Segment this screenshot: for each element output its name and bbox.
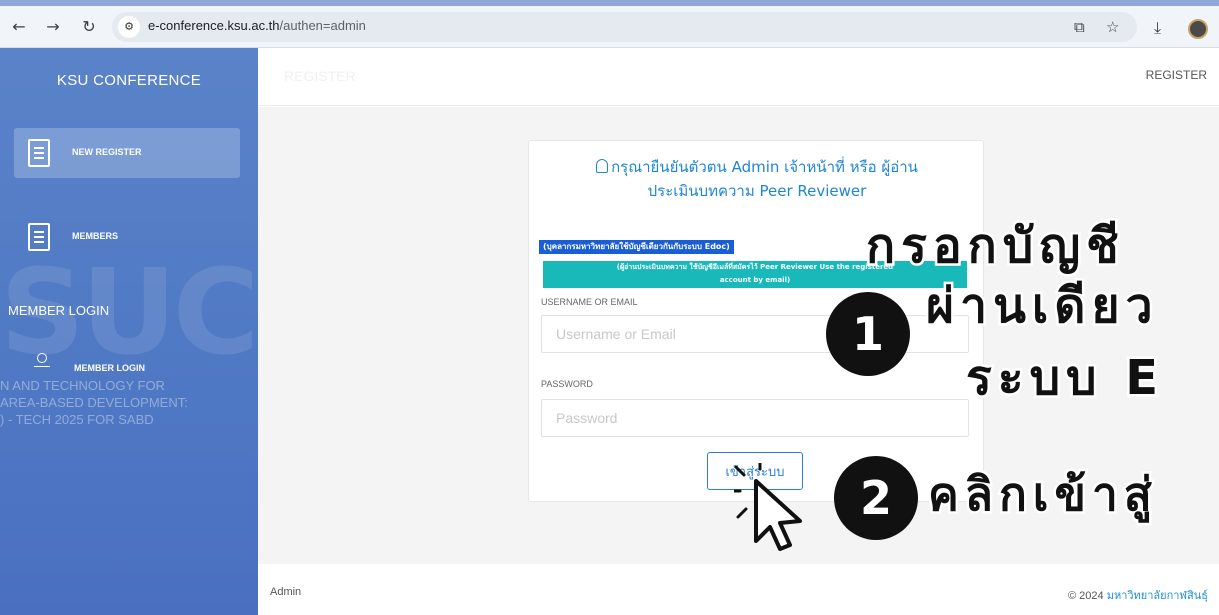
sidebar-item-label: MEMBERS (72, 231, 119, 241)
sidebar-faint-text: AREA-BASED DEVELOPMENT: (0, 395, 188, 410)
download-icon[interactable]: ⤓ (1154, 18, 1161, 38)
step1-number-badge: 1 (826, 292, 910, 376)
profile-avatar[interactable] (1188, 19, 1208, 39)
step1-text-line2: ผ่านเดียว (924, 276, 1159, 337)
step1-text-line3: ระบบ E (964, 348, 1164, 409)
login-card: กรุณายืนยันตัวตน Admin เจ้าหน้าที่ หรือ … (528, 140, 984, 502)
password-input[interactable] (541, 399, 969, 437)
sidebar-item-new-register[interactable]: NEW REGISTER (14, 128, 240, 178)
university-link[interactable]: มหาวิทยาลัยกาฬสินธุ์ (1107, 590, 1208, 602)
sidebar-item-members[interactable]: MEMBERS (14, 212, 240, 262)
header-register-link[interactable]: REGISTER (1146, 68, 1207, 82)
sidebar-brand[interactable]: KSU CONFERENCE (0, 72, 258, 89)
footer: Admin © 2024 มหาวิทยาลัยกาฬสินธุ์ (258, 564, 1219, 615)
clipboard-icon (28, 139, 50, 167)
person-icon (34, 353, 50, 375)
forward-icon[interactable]: → (40, 14, 66, 40)
copyright-text: © 2024 (1068, 590, 1107, 602)
header-faint-title: REGISTER (284, 68, 356, 84)
address-bar[interactable]: ⚙ e-conference.ksu.ac.th/authen=admin ⧉ … (112, 12, 1137, 42)
card-title: กรุณายืนยันตัวตน Admin เจ้าหน้าที่ หรือ … (529, 155, 985, 203)
url-path: /authen=admin (279, 18, 366, 33)
cursor-pointer-icon (734, 463, 802, 551)
bookmark-star-icon[interactable]: ☆ (1106, 18, 1119, 36)
reviewer-notice-line1: (ผู้อ่านประเมินบทความ ใช้บัญชีอีเมล์ที่ส… (616, 263, 894, 271)
translate-icon[interactable]: ⧉ (1074, 18, 1085, 36)
main-header: REGISTER REGISTER (258, 48, 1219, 106)
sidebar-faint-text: N AND TECHNOLOGY FOR (0, 378, 165, 393)
url-text: e-conference.ksu.ac.th/authen=admin (148, 18, 366, 33)
url-domain: e-conference.ksu.ac.th (148, 18, 280, 33)
step2-number-badge: 2 (834, 456, 918, 540)
password-label: PASSWORD (541, 379, 593, 389)
card-title-line2: ประเมินบทความ Peer Reviewer (647, 182, 867, 200)
browser-toolbar: ← → ↻ ⚙ e-conference.ksu.ac.th/authen=ad… (0, 6, 1219, 48)
footer-admin-label: Admin (270, 586, 302, 598)
reload-icon[interactable]: ↻ (76, 14, 102, 40)
sidebar: SUC KSU CONFERENCE NEW REGISTER MEMBERS … (0, 48, 258, 615)
username-label: USERNAME OR EMAIL (541, 297, 638, 307)
sidebar-item-label: NEW REGISTER (72, 147, 142, 157)
members-icon (28, 223, 50, 251)
site-info-icon[interactable]: ⚙ (118, 16, 140, 38)
card-title-line1: กรุณายืนยันตัวตน Admin เจ้าหน้าที่ หรือ … (611, 158, 918, 176)
sidebar-item-member-login[interactable]: MEMBER LOGIN (74, 363, 145, 373)
member-login-heading: MEMBER LOGIN (8, 303, 110, 318)
sidebar-faint-text: ) - TECH 2025 FOR SABD (0, 412, 154, 427)
reviewer-notice-line2: account by email) (719, 276, 791, 284)
staff-notice-badge: (บุคลากรมหาวิทยาลัยใช้บัญชีเดียวกันกับระ… (539, 240, 734, 254)
back-icon[interactable]: ← (6, 14, 32, 40)
unlock-icon (596, 159, 609, 173)
step2-text: คลิกเข้าสู่ (926, 465, 1158, 524)
footer-copyright: © 2024 มหาวิทยาลัยกาฬสินธุ์ (1068, 586, 1208, 604)
